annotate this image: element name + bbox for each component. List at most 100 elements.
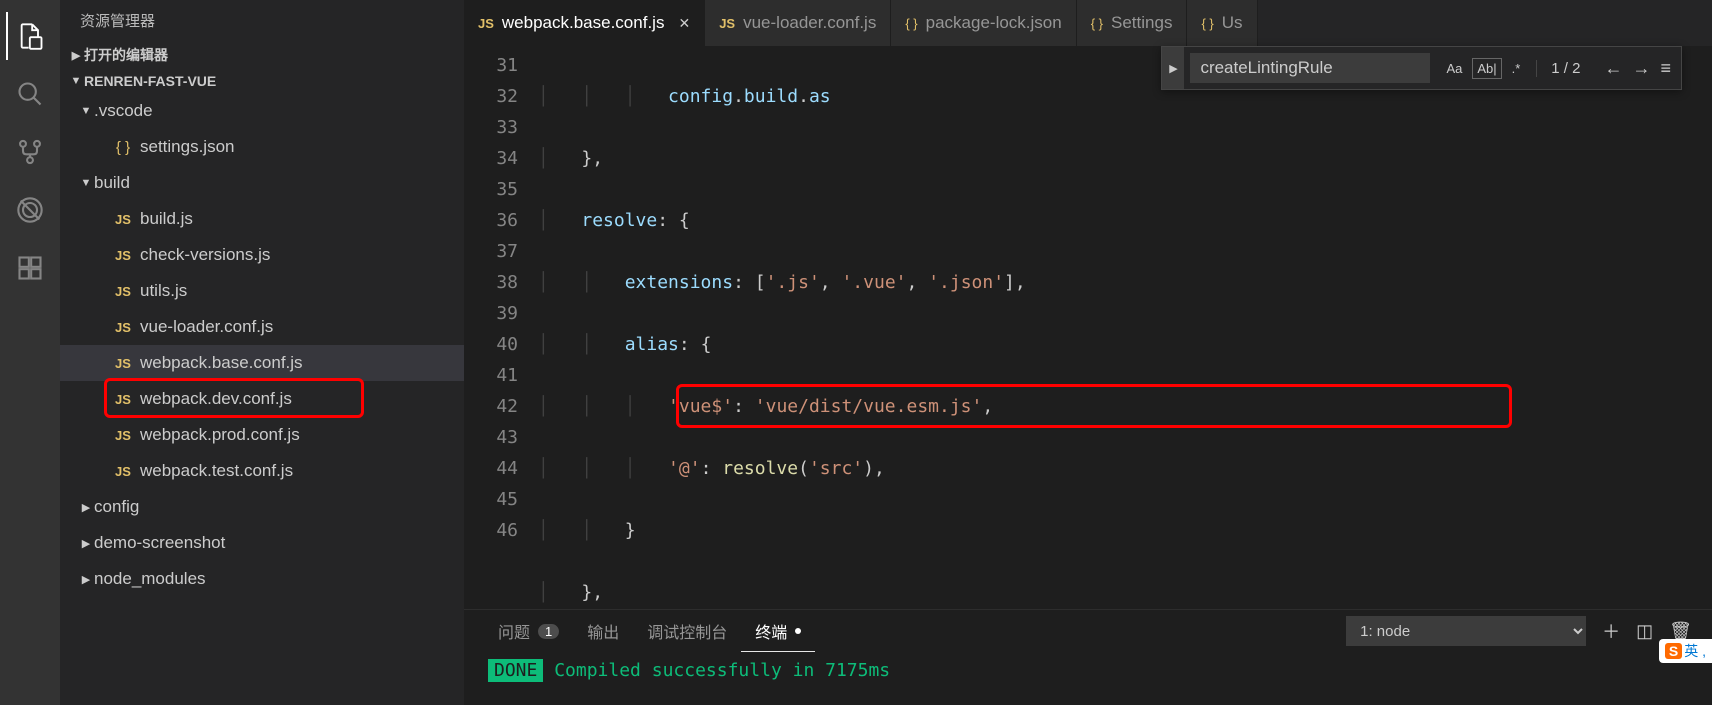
chevron-down-icon: ▼ [78, 177, 94, 189]
file-tree: ▼.vscode{ }settings.json▼buildJSbuild.js… [60, 93, 464, 705]
terminal-output[interactable]: DONE Compiled successfully in 7175ms [464, 652, 1712, 705]
find-prev-icon[interactable]: ← [1604, 58, 1622, 79]
tree-item-label: webpack.base.conf.js [140, 353, 303, 373]
tab-label: Settings [1111, 13, 1172, 33]
tree-item-demo-screenshot[interactable]: ▶demo-screenshot [60, 525, 464, 561]
code-area[interactable]: │ │ │ config.build.as │ }, │ resolve: { … [538, 46, 1712, 609]
find-selection-icon[interactable]: ≡ [1660, 58, 1671, 79]
line-gutter: 31323334353637383940414243444546 [464, 46, 538, 609]
extensions-icon[interactable] [6, 244, 54, 292]
debug-icon[interactable] [6, 186, 54, 234]
split-terminal-icon[interactable]: ◫ [1636, 621, 1653, 642]
search-icon[interactable] [6, 70, 54, 118]
whole-word-toggle[interactable]: Ab| [1472, 58, 1501, 79]
regex-toggle[interactable]: .* [1508, 59, 1525, 78]
js-icon: JS [112, 356, 134, 371]
editor[interactable]: 31323334353637383940414243444546 │ │ │ c… [464, 46, 1712, 609]
tree-item-label: demo-screenshot [94, 533, 225, 553]
tree-item-webpack-prod-conf-js[interactable]: JS webpack.prod.conf.js [60, 417, 464, 453]
ime-mode-label: 英 , [1684, 641, 1706, 661]
chevron-right-icon: ▶ [78, 501, 94, 514]
ime-indicator: S 英 , [1659, 639, 1712, 663]
tab-label: vue-loader.conf.js [743, 13, 876, 33]
source-control-icon[interactable] [6, 128, 54, 176]
terminal-message: Compiled successfully in 7175ms [554, 660, 890, 681]
js-icon: JS [112, 464, 134, 479]
tab-package-lock-json[interactable]: { } package-lock.json [891, 0, 1076, 46]
tree-item-vue-loader-conf-js[interactable]: JS vue-loader.conf.js [60, 309, 464, 345]
tree-item-label: utils.js [140, 281, 187, 301]
tree-item-settings-json[interactable]: { } settings.json [60, 129, 464, 165]
tab-problems-label: 问题 [498, 619, 530, 643]
tab-Settings[interactable]: { } Settings [1077, 0, 1188, 46]
open-editors-label: 打开的编辑器 [84, 45, 168, 65]
tree-item-build-js[interactable]: JSbuild.js [60, 201, 464, 237]
problems-badge: 1 [538, 624, 559, 639]
close-icon[interactable]: ✕ [678, 15, 690, 32]
js-icon: JS [112, 428, 134, 443]
tree-item-node_modules[interactable]: ▶node_modules [60, 561, 464, 597]
tree-item--vscode[interactable]: ▼.vscode [60, 93, 464, 129]
find-count: 1 / 2 [1536, 60, 1594, 77]
activity-bar [0, 0, 60, 705]
project-label: RENREN-FAST-VUE [84, 73, 216, 89]
tree-item-config[interactable]: ▶config [60, 489, 464, 525]
tab-output[interactable]: 输出 [573, 611, 633, 651]
find-toggle-replace[interactable]: ▶ [1162, 47, 1184, 89]
tree-item-label: webpack.dev.conf.js [140, 389, 292, 409]
tab-vue-loader-conf-js[interactable]: JS vue-loader.conf.js [705, 0, 891, 46]
js-icon: JS [112, 284, 134, 299]
js-icon: { } [905, 16, 917, 31]
tree-item-label: build.js [140, 209, 193, 229]
tree-item-webpack-base-conf-js[interactable]: JS webpack.base.conf.js [60, 345, 464, 381]
tree-item-label: webpack.test.conf.js [140, 461, 293, 481]
tree-item-label: webpack.prod.conf.js [140, 425, 300, 445]
tab-Us[interactable]: { } Us [1187, 0, 1257, 46]
chevron-right-icon: ▶ [78, 573, 94, 586]
tab-terminal[interactable]: 终端 [741, 611, 815, 652]
tree-item-label: settings.json [140, 137, 235, 157]
tab-webpack-base-conf-js[interactable]: JS webpack.base.conf.js ✕ [464, 0, 705, 46]
find-widget: ▶ Aa Ab| .* 1 / 2 ← → ≡ [1161, 46, 1682, 90]
find-next-icon[interactable]: → [1632, 58, 1650, 79]
ime-s-badge: S [1665, 643, 1682, 659]
tab-label: Us [1222, 13, 1243, 33]
tree-item-utils-js[interactable]: JS utils.js [60, 273, 464, 309]
tree-item-label: vue-loader.conf.js [140, 317, 273, 337]
js-icon: { } [1201, 16, 1213, 31]
editor-group: JS webpack.base.conf.js ✕ JS vue-loader.conf… [464, 0, 1712, 705]
tree-item-label: node_modules [94, 569, 206, 589]
tree-item-webpack-dev-conf-js[interactable]: JS webpack.dev.conf.js [60, 381, 464, 417]
tab-debug-console[interactable]: 调试控制台 [633, 611, 741, 651]
tab-problems[interactable]: 问题 1 [484, 611, 573, 651]
tab-bar: JS webpack.base.conf.js ✕ JS vue-loader.conf… [464, 0, 1712, 46]
find-input[interactable] [1190, 53, 1430, 83]
open-editors-section[interactable]: ▶ 打开的编辑器 [60, 41, 464, 69]
terminal-select[interactable]: 1: node [1346, 616, 1586, 646]
project-section[interactable]: ▼ RENREN-FAST-VUE [60, 69, 464, 93]
tab-terminal-label: 终端 [755, 619, 787, 643]
bottom-panel: 问题 1 输出 调试控制台 终端 1: node ＋ ◫ 🗑 [464, 609, 1712, 705]
new-terminal-icon[interactable]: ＋ [1602, 618, 1620, 644]
chevron-down-icon: ▼ [78, 105, 94, 117]
tree-item-label: config [94, 497, 139, 517]
json-icon: { } [112, 139, 134, 156]
tree-item-webpack-test-conf-js[interactable]: JS webpack.test.conf.js [60, 453, 464, 489]
js-icon: JS [112, 320, 134, 335]
tree-item-build[interactable]: ▼build [60, 165, 464, 201]
explorer-icon[interactable] [6, 12, 54, 60]
tree-item-label: build [94, 173, 130, 193]
tree-item-check-versions-js[interactable]: JS check-versions.js [60, 237, 464, 273]
js-icon: JS [719, 16, 735, 31]
js-icon: JS [112, 248, 134, 263]
js-icon: JS [478, 16, 494, 31]
tree-item-label: check-versions.js [140, 245, 270, 265]
tab-label: package-lock.json [926, 13, 1062, 33]
js-icon: { } [1091, 16, 1103, 31]
match-case-toggle[interactable]: Aa [1442, 59, 1466, 78]
sidebar-title: 资源管理器 [60, 0, 464, 41]
js-icon: JS [112, 392, 134, 407]
tab-label: webpack.base.conf.js [502, 13, 665, 33]
sidebar: 资源管理器 ▶ 打开的编辑器 ▼ RENREN-FAST-VUE ▼.vscod… [60, 0, 464, 705]
chevron-right-icon: ▶ [78, 537, 94, 550]
